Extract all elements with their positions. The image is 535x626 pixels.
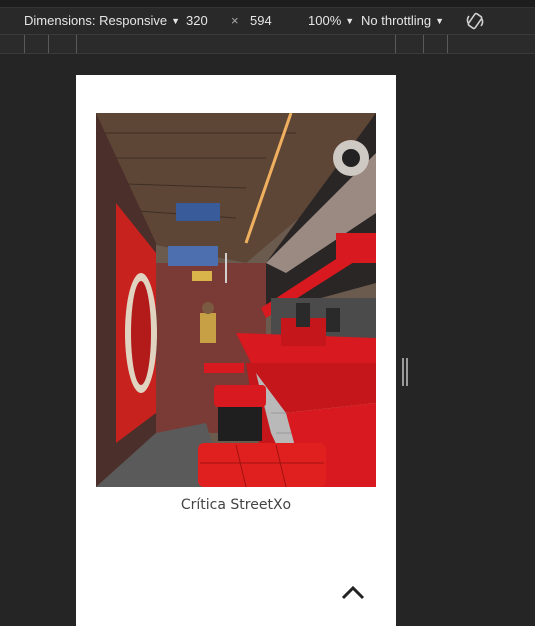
height-value: 594: [250, 13, 272, 28]
chevron-up-icon: [341, 585, 365, 600]
dimensions-dropdown[interactable]: Dimensions: Responsive ▼: [24, 13, 180, 28]
photo-caption: Crítica StreetXo: [180, 497, 292, 513]
height-input[interactable]: 594: [250, 13, 272, 28]
chevron-down-icon: ▼: [171, 16, 180, 26]
dimensions-label: Dimensions: Responsive: [24, 13, 168, 28]
restaurant-photo: [96, 113, 376, 487]
throttling-dropdown[interactable]: No throttling ▼: [361, 13, 444, 28]
device-toolbar: Dimensions: Responsive ▼ 320 × 594 100% ▼ …: [0, 8, 535, 34]
throttling-label: No throttling: [361, 13, 432, 28]
rotate-icon[interactable]: [465, 11, 485, 31]
scroll-to-top-button[interactable]: [338, 580, 368, 604]
media-query-ruler[interactable]: [0, 34, 535, 54]
zoom-dropdown[interactable]: 100% ▼: [308, 13, 354, 28]
viewport-resize-handle[interactable]: [400, 358, 410, 388]
device-viewport: Crítica StreetXo: [76, 75, 396, 626]
chevron-down-icon: ▼: [435, 16, 445, 26]
zoom-label: 100%: [308, 13, 342, 28]
devtools-top-strip: [0, 0, 535, 8]
times-symbol: ×: [231, 13, 239, 28]
width-value: 320: [186, 13, 208, 28]
chevron-down-icon: ▼: [345, 16, 355, 26]
width-input[interactable]: 320: [186, 13, 208, 28]
